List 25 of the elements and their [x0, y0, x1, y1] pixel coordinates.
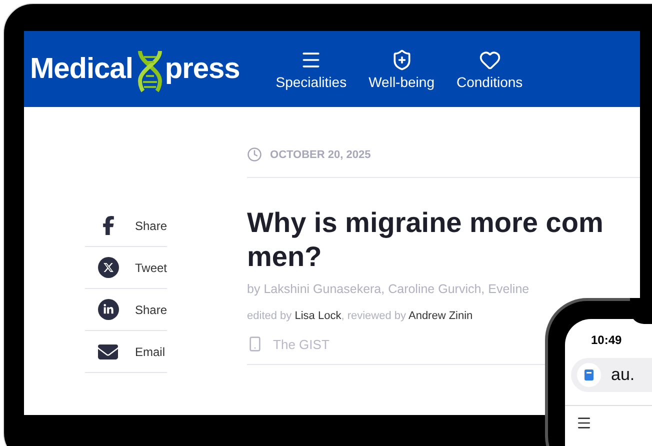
envelope-icon — [98, 342, 118, 362]
logo-text: press — [164, 52, 240, 86]
x-icon — [98, 257, 118, 278]
nav-item[interactable]: Well-being — [368, 48, 434, 90]
address-bar[interactable]: au. — [571, 358, 652, 392]
menu-icon[interactable] — [576, 415, 592, 431]
status-time: 10:49 — [591, 333, 623, 347]
article-title: Why is migraine more com men? — [247, 206, 604, 274]
logo-text: Medical — [30, 52, 133, 86]
share-link[interactable]: Share — [85, 205, 168, 247]
gist-label: The GIST — [273, 336, 330, 352]
dna-helix-icon — [136, 49, 163, 93]
linkedin-icon — [98, 299, 118, 320]
share-link[interactable]: Tweet — [85, 247, 168, 289]
page-icon — [584, 369, 594, 381]
nav-item[interactable]: Specialities — [276, 48, 347, 90]
heart-icon — [478, 48, 501, 70]
article-date: OCTOBER 20, 2025 — [270, 148, 371, 160]
editor-credit: edited by Lisa Lock, reviewed by Andrew Zinin — [247, 310, 474, 322]
phone-icon — [247, 336, 264, 352]
share-link[interactable]: Share — [85, 289, 168, 331]
url-text: au. — [611, 365, 635, 385]
nav-item[interactable]: Conditions — [456, 48, 523, 90]
clock-icon — [247, 147, 262, 162]
share-link[interactable]: Email — [85, 331, 168, 373]
